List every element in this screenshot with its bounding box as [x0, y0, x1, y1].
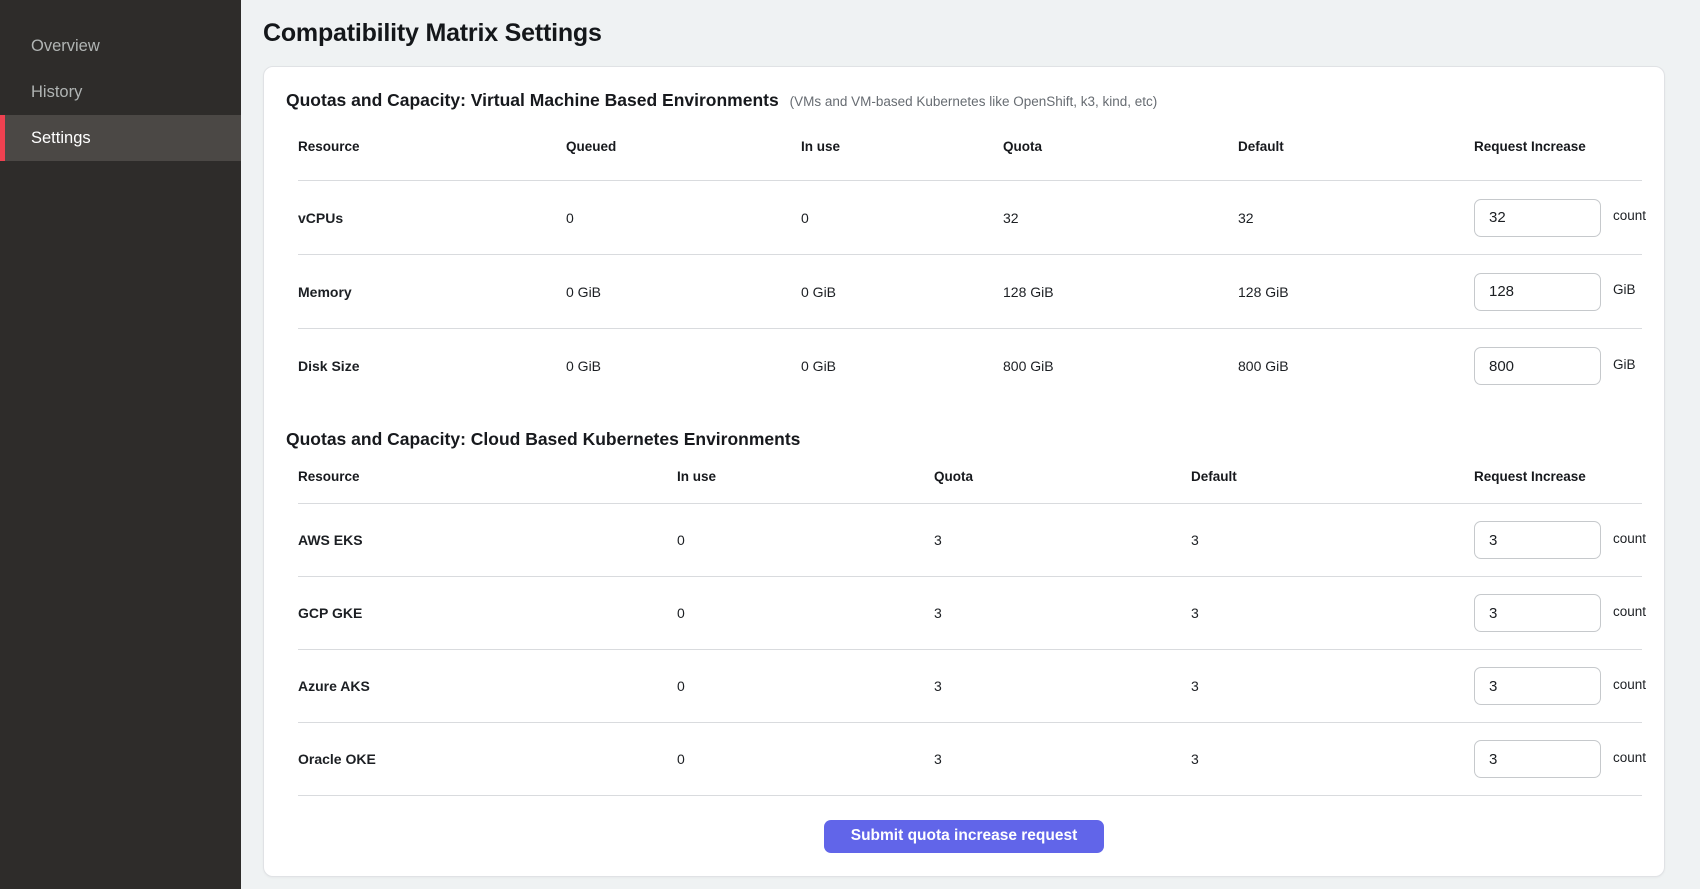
- cell-default: 3: [1191, 605, 1474, 621]
- unit-label: count: [1613, 208, 1646, 223]
- unit-label: count: [1613, 531, 1646, 546]
- settings-card: Quotas and Capacity: Virtual Machine Bas…: [263, 66, 1665, 877]
- request-increase-input[interactable]: [1474, 521, 1601, 559]
- cloud-section-title: Quotas and Capacity: Cloud Based Kuberne…: [286, 403, 1642, 450]
- sidebar-item-history[interactable]: History: [0, 69, 241, 115]
- cell-resource: Azure AKS: [298, 678, 677, 694]
- cell-queued: 0 GiB: [566, 358, 801, 374]
- unit-label: GiB: [1613, 357, 1636, 372]
- cloud-section-title-text: Quotas and Capacity: Cloud Based Kuberne…: [286, 429, 800, 449]
- cell-in-use: 0: [801, 210, 1003, 226]
- vm-section-title: Quotas and Capacity: Virtual Machine Bas…: [286, 67, 1642, 113]
- unit-label: GiB: [1613, 282, 1636, 297]
- unit-label: count: [1613, 677, 1646, 692]
- column-header-quota: Quota: [1003, 139, 1238, 154]
- column-header-queued: Queued: [566, 139, 801, 154]
- cell-in-use: 0: [677, 532, 934, 548]
- cell-resource: Memory: [298, 284, 566, 300]
- sidebar-item-settings[interactable]: Settings: [0, 115, 241, 161]
- submit-row: Submit quota increase request: [286, 796, 1642, 876]
- request-increase-input[interactable]: [1474, 740, 1601, 778]
- sidebar-item-label: History: [31, 83, 82, 102]
- submit-quota-button[interactable]: Submit quota increase request: [824, 820, 1104, 853]
- request-increase-input[interactable]: [1474, 667, 1601, 705]
- request-increase-input[interactable]: [1474, 347, 1601, 385]
- column-header-resource: Resource: [298, 139, 566, 154]
- vm-section-subtitle: (VMs and VM-based Kubernetes like OpenSh…: [790, 94, 1158, 109]
- table-row-memory: Memory 0 GiB 0 GiB 128 GiB 128 GiB GiB: [298, 255, 1642, 329]
- sidebar-item-label: Overview: [31, 37, 100, 56]
- cell-queued: 0 GiB: [566, 284, 801, 300]
- column-header-default: Default: [1238, 139, 1474, 154]
- cell-default: 800 GiB: [1238, 358, 1474, 374]
- cell-quota: 800 GiB: [1003, 358, 1238, 374]
- cell-queued: 0: [566, 210, 801, 226]
- active-indicator: [0, 115, 5, 161]
- cell-request-increase: count: [1474, 740, 1646, 778]
- column-header-quota: Quota: [934, 469, 1191, 484]
- cell-resource: vCPUs: [298, 210, 566, 226]
- request-increase-input[interactable]: [1474, 594, 1601, 632]
- cell-quota: 32: [1003, 210, 1238, 226]
- table-row-azure-aks: Azure AKS 0 3 3 count: [298, 650, 1642, 723]
- column-header-in-use: In use: [801, 139, 1003, 154]
- cell-request-increase: GiB: [1474, 273, 1642, 311]
- cell-resource: Disk Size: [298, 358, 566, 374]
- sidebar-item-overview[interactable]: Overview: [0, 23, 241, 69]
- cell-quota: 3: [934, 678, 1191, 694]
- column-header-request-increase: Request Increase: [1474, 139, 1642, 154]
- column-header-in-use: In use: [677, 469, 934, 484]
- cell-request-increase: count: [1474, 521, 1646, 559]
- cloud-quota-table: Resource In use Quota Default Request In…: [286, 450, 1642, 796]
- main-content: Compatibility Matrix Settings Quotas and…: [241, 0, 1700, 889]
- cloud-table-header: Resource In use Quota Default Request In…: [298, 450, 1642, 504]
- cell-request-increase: GiB: [1474, 347, 1642, 385]
- cell-resource: AWS EKS: [298, 532, 677, 548]
- unit-label: count: [1613, 604, 1646, 619]
- cell-quota: 128 GiB: [1003, 284, 1238, 300]
- cell-resource: GCP GKE: [298, 605, 677, 621]
- page-title: Compatibility Matrix Settings: [263, 19, 1700, 48]
- cell-in-use: 0: [677, 678, 934, 694]
- cell-default: 128 GiB: [1238, 284, 1474, 300]
- table-row-disk-size: Disk Size 0 GiB 0 GiB 800 GiB 800 GiB Gi…: [298, 329, 1642, 403]
- cell-default: 3: [1191, 678, 1474, 694]
- cell-request-increase: count: [1474, 667, 1646, 705]
- cell-default: 32: [1238, 210, 1474, 226]
- request-increase-input[interactable]: [1474, 273, 1601, 311]
- column-header-default: Default: [1191, 469, 1474, 484]
- request-increase-input[interactable]: [1474, 199, 1601, 237]
- cell-request-increase: count: [1474, 199, 1646, 237]
- cell-default: 3: [1191, 751, 1474, 767]
- table-row-oracle-oke: Oracle OKE 0 3 3 count: [298, 723, 1642, 796]
- cell-in-use: 0: [677, 751, 934, 767]
- table-row-gcp-gke: GCP GKE 0 3 3 count: [298, 577, 1642, 650]
- table-row-vcpus: vCPUs 0 0 32 32 count: [298, 181, 1642, 255]
- cell-default: 3: [1191, 532, 1474, 548]
- unit-label: count: [1613, 750, 1646, 765]
- table-row-aws-eks: AWS EKS 0 3 3 count: [298, 504, 1642, 577]
- vm-quota-table: Resource Queued In use Quota Default Req…: [286, 113, 1642, 403]
- cell-quota: 3: [934, 532, 1191, 548]
- sidebar-item-label: Settings: [31, 129, 91, 148]
- cell-in-use: 0 GiB: [801, 284, 1003, 300]
- cell-in-use: 0 GiB: [801, 358, 1003, 374]
- column-header-request-increase: Request Increase: [1474, 469, 1642, 484]
- cell-quota: 3: [934, 605, 1191, 621]
- sidebar: Overview History Settings: [0, 0, 241, 889]
- vm-table-header: Resource Queued In use Quota Default Req…: [298, 113, 1642, 181]
- column-header-resource: Resource: [298, 469, 677, 484]
- vm-section-title-text: Quotas and Capacity: Virtual Machine Bas…: [286, 90, 779, 110]
- cell-request-increase: count: [1474, 594, 1646, 632]
- cell-resource: Oracle OKE: [298, 751, 677, 767]
- cell-in-use: 0: [677, 605, 934, 621]
- cell-quota: 3: [934, 751, 1191, 767]
